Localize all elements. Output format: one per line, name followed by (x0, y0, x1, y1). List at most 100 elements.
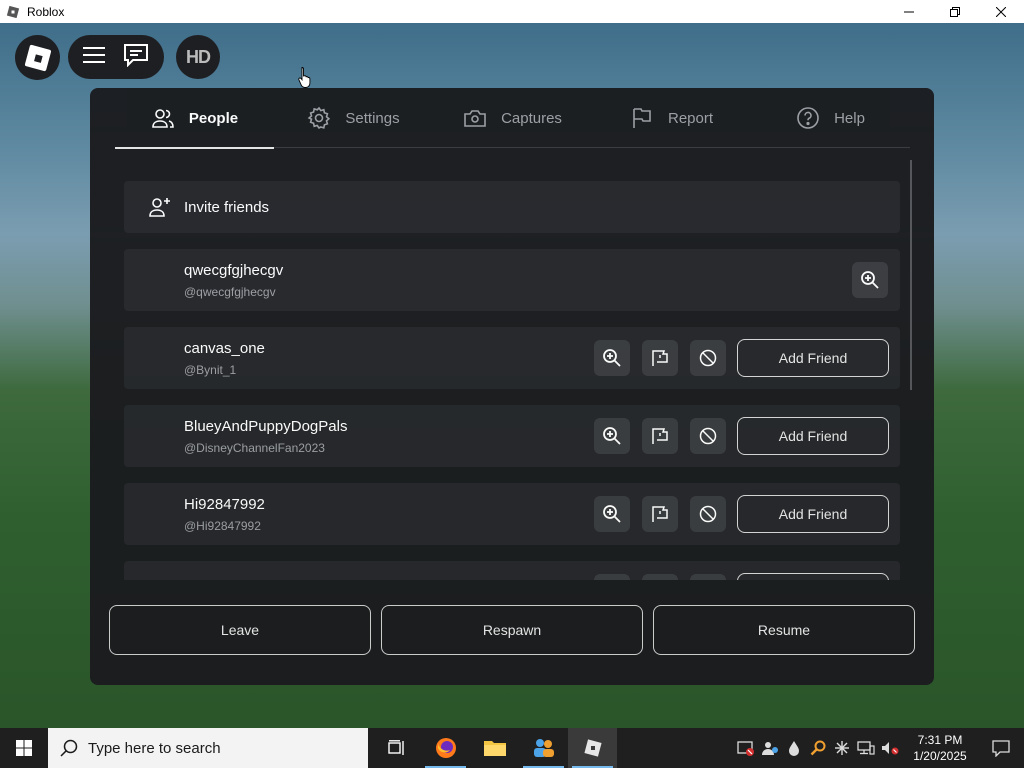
clock-date: 1/20/2025 (913, 749, 967, 763)
tab-captures-label: Captures (501, 109, 562, 127)
add-friend-button-partial[interactable] (737, 573, 889, 580)
invite-friends-label: Invite friends (184, 198, 270, 216)
tray-search[interactable] (806, 728, 830, 768)
player-handle: @Bynit_1 (184, 363, 237, 377)
taskbar-file-explorer[interactable] (470, 728, 519, 768)
clock-time: 7:31 PM (917, 733, 963, 747)
chat-button[interactable] (123, 43, 149, 72)
player-name: canvas_one (184, 340, 265, 357)
tray-network[interactable] (854, 728, 878, 768)
tab-settings-label: Settings (345, 109, 400, 127)
start-button[interactable] (0, 728, 48, 768)
task-view-button[interactable] (372, 728, 421, 768)
taskbar: Type here to search 7:31 PM 1/20/2025 (0, 728, 1024, 768)
report-player-button[interactable] (642, 340, 678, 376)
add-friend-button[interactable]: Add Friend (737, 495, 889, 533)
tab-report-label: Report (667, 109, 714, 127)
taskbar-firefox[interactable] (421, 728, 470, 768)
people-list: Invite friends qwecgfgjhecgv @qwecgfgjhe… (124, 178, 900, 580)
minimize-button[interactable] (886, 0, 932, 23)
flag-icon (633, 108, 651, 128)
hand-cursor-icon (298, 67, 311, 88)
tray-star[interactable] (830, 728, 854, 768)
tray-security[interactable] (734, 728, 758, 768)
window-titlebar: Roblox (0, 0, 1024, 23)
search-placeholder: Type here to search (88, 739, 221, 757)
inspect-button[interactable] (852, 262, 888, 298)
player-handle: @DisneyChannelFan2023 (184, 441, 325, 455)
tab-help-label: Help (834, 109, 865, 127)
list-item: BlueyAndPuppyDogPals @DisneyChannelFan20… (124, 405, 900, 467)
hamburger-icon (83, 46, 105, 63)
player-handle: @qwecgfgjhecgv (184, 285, 276, 299)
restore-button[interactable] (932, 0, 978, 23)
inspect-button[interactable] (594, 496, 630, 532)
add-friend-button[interactable]: Add Friend (737, 417, 889, 455)
invite-friends-icon (149, 198, 170, 217)
player-handle: @Hi92847992 (184, 519, 261, 533)
tab-help[interactable]: Help (751, 88, 910, 148)
tab-settings[interactable]: Settings (274, 88, 433, 148)
leave-button[interactable]: Leave (109, 605, 371, 655)
windows-logo-icon (16, 740, 32, 756)
block-icon (699, 349, 717, 367)
taskbar-roblox[interactable] (568, 728, 617, 768)
respawn-button[interactable]: Respawn (381, 605, 643, 655)
close-window-button[interactable] (978, 0, 1024, 23)
volume-muted-icon (882, 742, 899, 755)
block-player-button[interactable] (690, 496, 726, 532)
tab-people[interactable]: People (115, 88, 274, 149)
taskbar-people-app[interactable] (519, 728, 568, 768)
roblox-icon (583, 739, 602, 757)
zoom-in-icon (861, 271, 879, 289)
menu-panel: People Settings Captures Report Help Inv… (90, 88, 934, 685)
drop-icon (789, 741, 799, 756)
avatar-initials: HD (186, 46, 211, 67)
player-name: BlueyAndPuppyDogPals (184, 418, 348, 435)
player-name: qwecgfgjhecgv (184, 262, 284, 279)
add-friend-button[interactable]: Add Friend (737, 339, 889, 377)
people-tray-icon (762, 742, 778, 755)
inspect-button[interactable] (594, 418, 630, 454)
taskbar-clock[interactable]: 7:31 PM 1/20/2025 (902, 732, 978, 764)
notification-center-button[interactable] (978, 728, 1024, 768)
system-tray: 7:31 PM 1/20/2025 (734, 728, 1024, 768)
zoom-in-icon (603, 427, 621, 445)
help-icon (797, 107, 819, 129)
camera-icon (464, 110, 486, 127)
chat-icon (124, 43, 148, 67)
report-player-button[interactable] (642, 496, 678, 532)
search-icon (60, 739, 78, 757)
zoom-in-icon (603, 505, 621, 523)
menu-tabs: People Settings Captures Report Help (115, 88, 910, 149)
inspect-button[interactable] (594, 574, 630, 580)
flag-icon (652, 350, 668, 366)
avatar-button[interactable]: HD (176, 35, 220, 79)
block-player-button[interactable] (690, 574, 726, 580)
sparkle-icon (835, 741, 849, 755)
block-player-button[interactable] (690, 340, 726, 376)
hamburger-menu-button[interactable] (83, 46, 105, 69)
inspect-button[interactable] (594, 340, 630, 376)
magnifier-tray-icon (810, 740, 826, 756)
block-icon (699, 505, 717, 523)
list-scrollbar[interactable] (910, 160, 912, 390)
report-player-button[interactable] (642, 574, 678, 580)
block-player-button[interactable] (690, 418, 726, 454)
invite-friends-row[interactable]: Invite friends (124, 181, 900, 233)
tray-drop[interactable] (782, 728, 806, 768)
tray-volume[interactable] (878, 728, 902, 768)
security-alert-icon (737, 741, 754, 756)
notification-icon (992, 740, 1010, 757)
tab-report[interactable]: Report (592, 88, 751, 148)
tab-captures[interactable]: Captures (433, 88, 592, 148)
roblox-menu-button[interactable] (15, 35, 60, 80)
taskbar-search-box[interactable]: Type here to search (48, 728, 368, 768)
network-icon (857, 741, 875, 755)
list-item: Hi92847992 @Hi92847992 Add Friend (124, 483, 900, 545)
report-player-button[interactable] (642, 418, 678, 454)
resume-button[interactable]: Resume (653, 605, 915, 655)
list-item: canvas_one @Bynit_1 Add Friend (124, 327, 900, 389)
tray-people[interactable] (758, 728, 782, 768)
tab-people-label: People (188, 109, 239, 127)
